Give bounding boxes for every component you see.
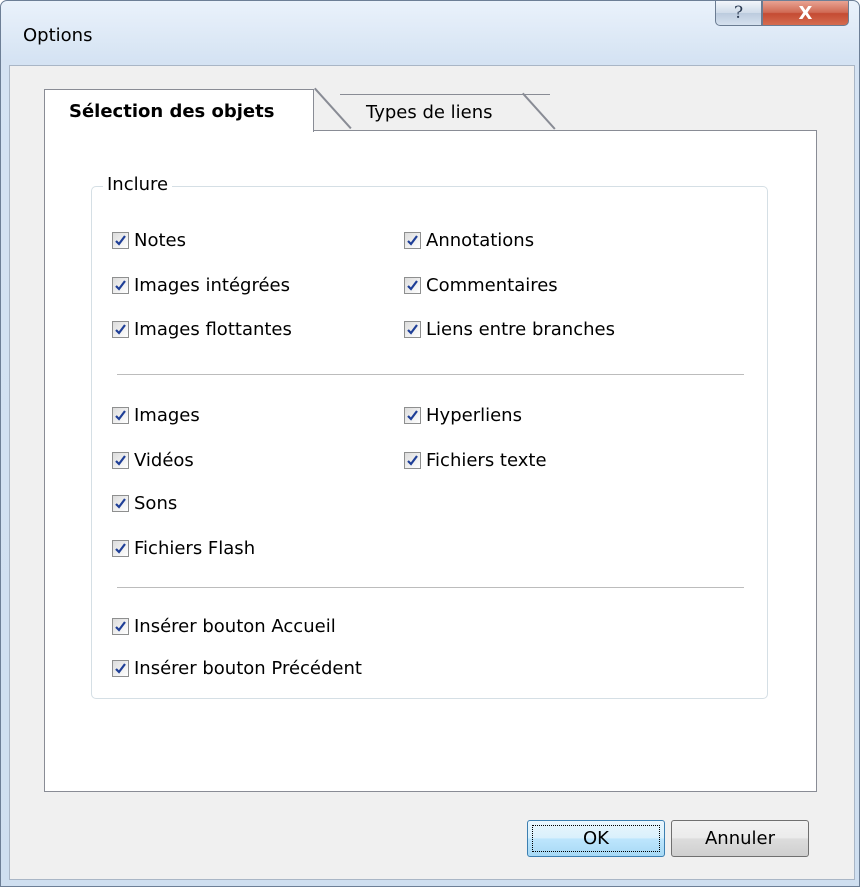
checkbox-check-icon — [112, 494, 129, 512]
checkbox-liens-entre-branches[interactable]: Liens entre branches — [404, 316, 615, 342]
checkbox-label: Hyperliens — [426, 404, 522, 426]
cancel-button-label: Annuler — [704, 828, 775, 849]
checkbox-check-icon — [112, 451, 129, 469]
checkbox-label: Liens entre branches — [426, 318, 615, 340]
checkbox-annotations[interactable]: Annotations — [404, 227, 534, 253]
checkbox-label: Fichiers texte — [426, 449, 547, 471]
checkbox-images[interactable]: Images — [112, 402, 200, 428]
checkbox-check-icon — [112, 539, 129, 557]
checkbox-images-flottantes[interactable]: Images flottantes — [112, 316, 292, 342]
checkbox-check-icon — [112, 231, 129, 249]
groupbox-legend: Inclure — [103, 174, 173, 195]
help-icon: ? — [733, 3, 744, 23]
checkbox-sons[interactable]: Sons — [112, 490, 177, 516]
checkbox-check-icon — [404, 276, 421, 294]
checkbox-label: Notes — [134, 229, 186, 251]
checkbox-label: Images intégrées — [134, 274, 290, 296]
checkbox-check-icon — [404, 406, 421, 424]
tab-label: Sélection des objets — [69, 100, 275, 122]
cancel-button[interactable]: Annuler — [671, 820, 809, 857]
checkbox-label: Vidéos — [134, 449, 194, 471]
checkbox-label: Sons — [134, 492, 178, 514]
close-button[interactable]: X — [762, 1, 849, 26]
checkbox-check-icon — [112, 276, 129, 294]
checkbox-check-icon — [112, 406, 129, 424]
checkbox-check-icon — [404, 231, 421, 249]
checkbox-label: Insérer bouton Accueil — [134, 615, 336, 637]
tab-selection-objets[interactable]: Sélection des objets — [44, 89, 314, 132]
checkbox-check-icon — [112, 659, 129, 677]
checkbox-label: Insérer bouton Précédent — [134, 657, 362, 679]
checkbox-check-icon — [404, 451, 421, 469]
checkbox-label: Annotations — [426, 229, 535, 251]
checkbox-videos[interactable]: Vidéos — [112, 447, 194, 473]
checkbox-check-icon — [112, 320, 129, 338]
checkbox-hyperliens[interactable]: Hyperliens — [404, 402, 522, 428]
checkbox-images-integrees[interactable]: Images intégrées — [112, 272, 290, 298]
checkbox-fichiers-flash[interactable]: Fichiers Flash — [112, 535, 255, 561]
dialog-title: Options — [23, 25, 93, 46]
checkbox-check-icon — [112, 617, 129, 635]
checkbox-label: Fichiers Flash — [134, 537, 256, 559]
tab-label: Types de liens — [366, 102, 493, 123]
checkbox-notes[interactable]: Notes — [112, 227, 186, 253]
checkbox-inserer-bouton-accueil[interactable]: Insérer bouton Accueil — [112, 613, 336, 639]
checkbox-label: Images — [134, 404, 200, 426]
checkbox-inserer-bouton-precedent[interactable]: Insérer bouton Précédent — [112, 655, 362, 681]
checkbox-label: Commentaires — [426, 274, 558, 296]
help-button[interactable]: ? — [715, 1, 762, 26]
checkbox-commentaires[interactable]: Commentaires — [404, 272, 558, 298]
checkbox-check-icon — [404, 320, 421, 338]
separator — [117, 374, 744, 376]
checkbox-fichiers-texte[interactable]: Fichiers texte — [404, 447, 547, 473]
checkbox-label: Images flottantes — [134, 318, 292, 340]
tab-types-de-liens[interactable]: Types de liens — [340, 94, 550, 130]
ok-button[interactable]: OK — [527, 820, 665, 857]
close-icon: X — [798, 2, 813, 24]
focus-rectangle — [532, 825, 660, 852]
separator — [117, 587, 744, 589]
